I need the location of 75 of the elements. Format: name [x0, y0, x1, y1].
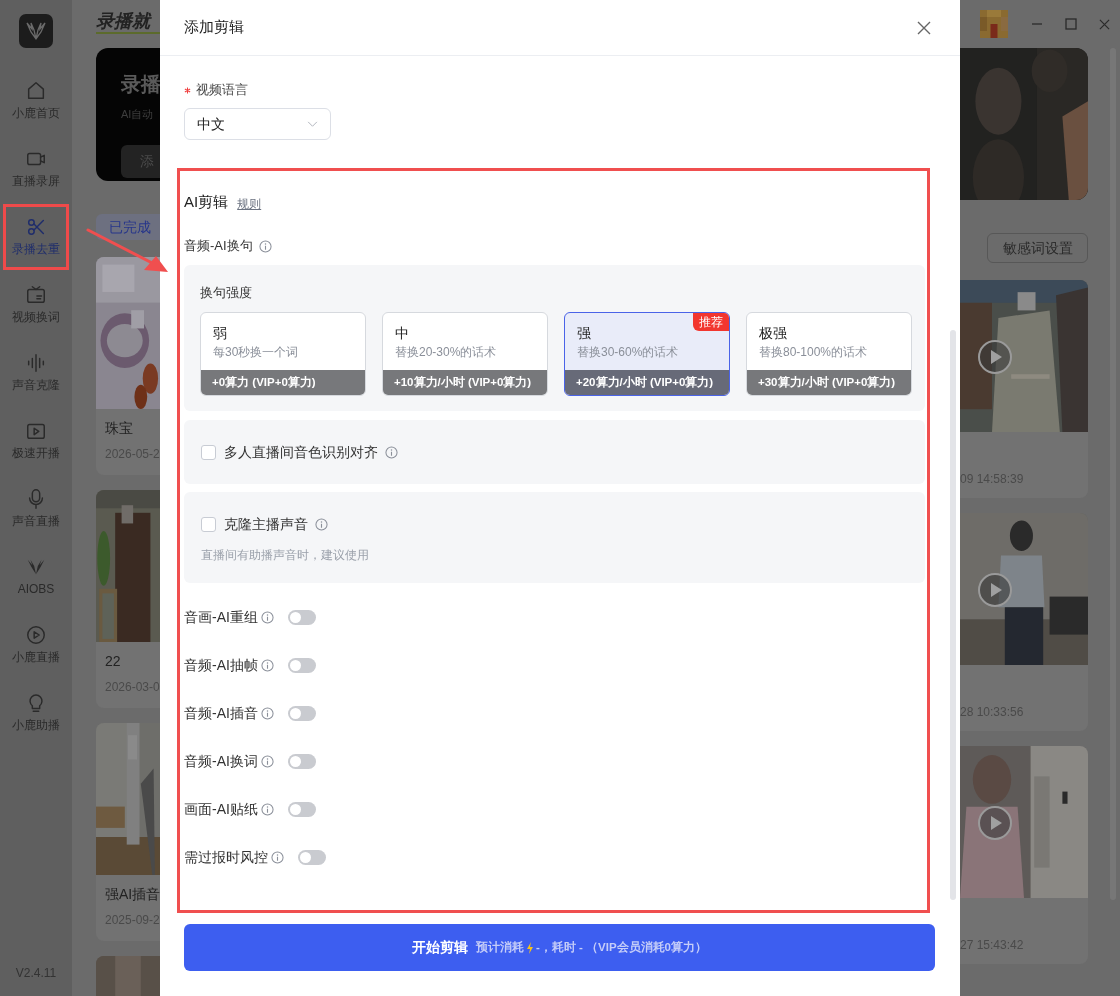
toggle-switch[interactable]	[287, 657, 316, 673]
intensity-option[interactable]: 极强 替换80-100%的话术 +30算力/小时 (VIP+0算力)	[746, 312, 912, 396]
logo-icon	[19, 14, 53, 48]
info-icon[interactable]	[260, 658, 274, 672]
toggle-switch[interactable]	[287, 705, 316, 721]
scissors-icon	[25, 216, 47, 238]
chevron-down-icon	[307, 120, 318, 128]
title-underline	[96, 32, 160, 34]
video-title: 珠宝	[104, 419, 134, 438]
maximize-icon[interactable]	[1065, 18, 1077, 30]
info-icon[interactable]	[271, 850, 284, 864]
checkbox[interactable]	[201, 444, 216, 460]
intensity-option[interactable]: 中 替换20-30%的话术 +10算力/小时 (VIP+0算力)	[382, 312, 548, 396]
option-label: 音频-AI抽帧	[184, 655, 258, 675]
option-label: 需过报时风控	[184, 847, 268, 867]
option-label: 音频-AI换句	[184, 237, 253, 256]
info-icon[interactable]	[260, 610, 274, 624]
option-label: 音频-AI插音	[184, 703, 258, 723]
scrollbar[interactable]	[950, 330, 956, 900]
play-icon[interactable]	[978, 806, 1012, 840]
option-title: 中	[395, 324, 409, 343]
option-title: 弱	[213, 324, 227, 343]
option-description: 替换80-100%的话术	[758, 344, 869, 361]
status-tab[interactable]: 已完成	[96, 214, 160, 240]
intensity-option[interactable]: 强 推荐 替换30-60%的话术 +20算力/小时 (VIP+0算力)	[564, 312, 730, 396]
cost-bar: +30算力/小时 (VIP+0算力)	[747, 370, 911, 395]
info-icon[interactable]	[260, 802, 274, 816]
hint-text: 直播间有助播声音时，建议使用	[201, 547, 370, 564]
info-icon[interactable]	[315, 517, 328, 531]
cost-bar: +10算力/小时 (VIP+0算力)	[383, 370, 547, 395]
checkbox[interactable]	[201, 516, 216, 532]
play-circle-icon	[25, 624, 47, 646]
panel-label: 换句强度	[200, 284, 253, 302]
sensitive-words-button[interactable]: 敏感词设置	[987, 233, 1088, 263]
language-select[interactable]: 中文	[184, 108, 331, 140]
start-edit-button[interactable]: 开始剪辑 预计消耗 -，耗时 - （VIP会员消耗0算力）	[184, 924, 935, 971]
toggle-switch[interactable]	[298, 849, 326, 865]
option-description: 替换30-60%的话术	[576, 344, 680, 361]
intensity-option[interactable]: 弱 每30秒换一个词 +0算力 (VIP+0算力)	[200, 312, 366, 396]
sidebar-item[interactable]: 录播去重	[3, 204, 69, 270]
lightning-icon	[526, 941, 534, 954]
home-icon	[25, 80, 47, 102]
info-icon[interactable]	[260, 706, 274, 720]
option-label: 音画-AI重组	[184, 607, 258, 627]
play-icon[interactable]	[978, 573, 1012, 607]
cost-bar: +0算力 (VIP+0算力)	[201, 370, 365, 395]
info-icon[interactable]	[260, 754, 274, 768]
toggle-switch[interactable]	[287, 609, 316, 625]
option-title: 强	[577, 324, 591, 343]
rules-link[interactable]: 规则	[237, 194, 262, 214]
close-icon[interactable]	[1099, 18, 1110, 30]
dialog-title: 添加剪辑	[184, 17, 244, 38]
info-icon[interactable]	[385, 445, 398, 459]
checkbox-label: 多人直播间音色识别对齐	[224, 442, 378, 462]
info-icon[interactable]	[258, 239, 272, 253]
tv-icon	[25, 284, 47, 306]
video-title: 22	[104, 652, 122, 671]
option-title: 极强	[759, 324, 787, 343]
field-label: 视频语言	[196, 81, 248, 100]
section-title: AI剪辑	[184, 192, 229, 212]
toggle-switch[interactable]	[287, 801, 316, 817]
option-label: 音频-AI换词	[184, 751, 258, 771]
play-icon[interactable]	[978, 340, 1012, 374]
recommend-badge: 推荐	[693, 313, 729, 331]
close-icon[interactable]	[917, 20, 931, 35]
soundwave-icon	[25, 352, 47, 374]
cost-bar: +20算力/小时 (VIP+0算力)	[565, 370, 729, 395]
option-description: 每30秒换一个词	[212, 344, 300, 361]
toggle-switch[interactable]	[287, 753, 316, 769]
avatar[interactable]	[977, 10, 1011, 38]
page-title: 录播就	[96, 12, 153, 31]
option-description: 替换20-30%的话术	[394, 344, 498, 361]
checkbox-label: 克隆主播声音	[224, 514, 308, 534]
option-label: 画面-AI贴纸	[184, 799, 258, 819]
video-title: 强AI插音	[104, 885, 160, 904]
